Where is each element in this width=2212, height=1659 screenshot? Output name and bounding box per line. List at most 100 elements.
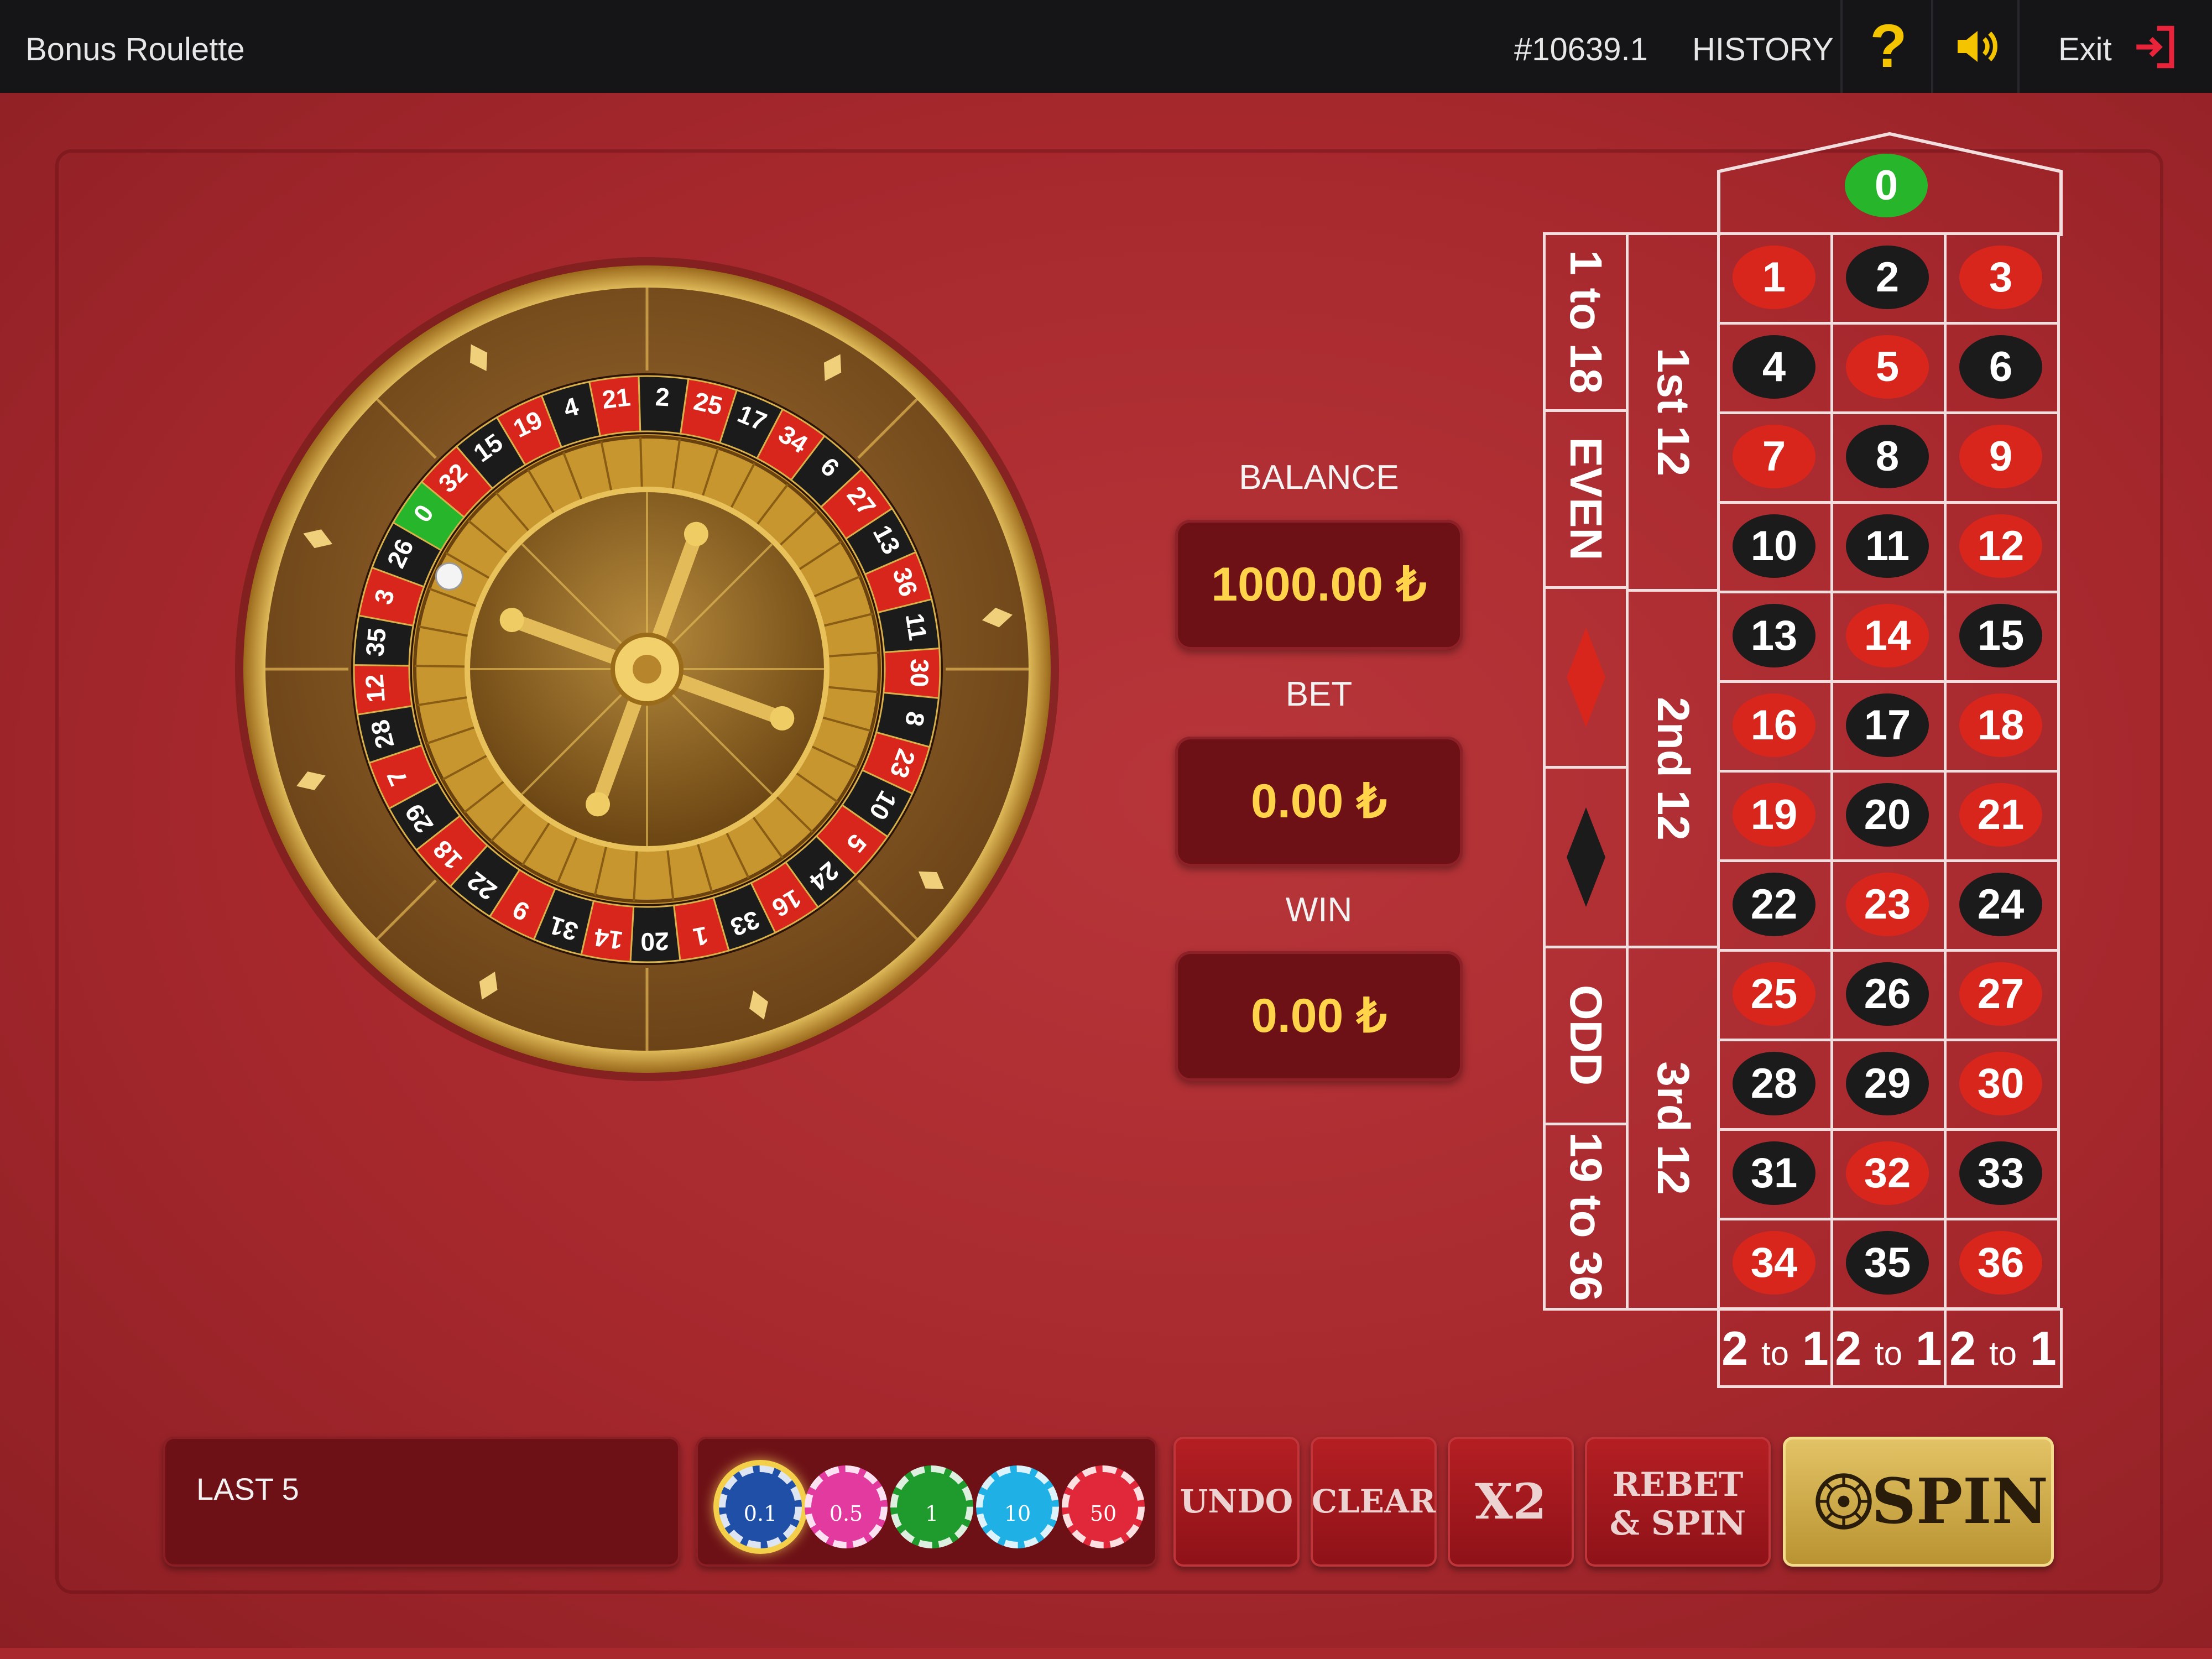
column-bet-1-big: 2 — [1721, 1322, 1749, 1375]
number-8[interactable]: 8 — [1846, 425, 1929, 488]
wheel-pocket-number: 12 — [359, 673, 390, 703]
number-14[interactable]: 14 — [1846, 604, 1929, 667]
help-button[interactable]: ? — [1866, 0, 1911, 93]
number-29[interactable]: 29 — [1846, 1052, 1929, 1115]
number-23[interactable]: 23 — [1846, 873, 1929, 936]
rebet-spin-button[interactable]: REBET & SPIN — [1585, 1437, 1771, 1567]
column-bet-3-big: 2 — [1949, 1322, 1976, 1375]
number-32[interactable]: 32 — [1846, 1141, 1929, 1205]
wheel-pocket-number: 14 — [592, 923, 624, 956]
column-bet-1-label: 2 to 1 — [1720, 1322, 1830, 1376]
number-20[interactable]: 20 — [1846, 783, 1929, 847]
number-11[interactable]: 11 — [1846, 514, 1929, 578]
column-bet-1-big: 1 — [1802, 1322, 1829, 1375]
clear-button[interactable]: CLEAR — [1311, 1437, 1437, 1567]
double-bet-button[interactable]: X2 — [1448, 1437, 1574, 1567]
bet-1st-dozen-label: 1st 12 — [1648, 347, 1698, 477]
number-12[interactable]: 12 — [1959, 514, 2042, 578]
number-5[interactable]: 5 — [1846, 335, 1929, 399]
chip-value: 1 — [906, 1488, 958, 1540]
number-18[interactable]: 18 — [1959, 693, 2042, 757]
bet-black[interactable] — [1543, 766, 1629, 948]
red-diamond-icon — [1567, 628, 1605, 727]
divider — [1931, 0, 1933, 93]
history-button[interactable]: HISTORY — [1692, 0, 1834, 93]
roulette-wheel: 0321519 4 21 2 25 173462713361130823105241633… — [235, 257, 1059, 1081]
wheel-pocket-number: 35 — [360, 627, 392, 658]
chip-0.5[interactable]: 0.5 — [805, 1465, 888, 1548]
bet-3rd-dozen-label: 3rd 12 — [1648, 1061, 1698, 1195]
chip-1[interactable]: 1 — [890, 1465, 973, 1548]
game-id: #10639.1 — [1514, 32, 1648, 67]
number-0[interactable]: 0 — [1845, 154, 1928, 217]
number-3[interactable]: 3 — [1959, 246, 2042, 309]
divider — [1840, 0, 1843, 93]
number-35[interactable]: 35 — [1846, 1231, 1929, 1295]
number-6[interactable]: 6 — [1959, 335, 2042, 399]
divider — [2017, 0, 2020, 93]
number-9[interactable]: 9 — [1959, 425, 2042, 488]
number-33[interactable]: 33 — [1959, 1141, 2042, 1205]
number-16[interactable]: 16 — [1733, 693, 1815, 757]
wheel-pocket-number: 20 — [640, 927, 670, 956]
top-bar: Bonus Roulette #10639.1 HISTORY ? Exit — [0, 0, 2212, 93]
number-30[interactable]: 30 — [1959, 1052, 2042, 1115]
number-2[interactable]: 2 — [1846, 246, 1929, 309]
number-15[interactable]: 15 — [1959, 604, 2042, 667]
bet-19-to-36-label: 19 to 36 — [1561, 1132, 1611, 1301]
number-7[interactable]: 7 — [1733, 425, 1815, 488]
wheel-pocket-number: 11 — [900, 612, 933, 643]
last-5-results: LAST 5 — [163, 1437, 680, 1567]
number-17[interactable]: 17 — [1846, 693, 1929, 757]
bet-red[interactable] — [1543, 586, 1629, 769]
number-27[interactable]: 27 — [1959, 962, 2042, 1026]
chip-50[interactable]: 50 — [1062, 1465, 1145, 1548]
number-36[interactable]: 36 — [1959, 1231, 2042, 1295]
number-4[interactable]: 4 — [1733, 335, 1815, 399]
wheel-pocket-number: 30 — [905, 659, 935, 687]
chip-value: 0.1 — [734, 1488, 786, 1540]
exit-button[interactable]: Exit — [2058, 0, 2112, 93]
number-10[interactable]: 10 — [1733, 514, 1815, 578]
bet-2nd-dozen-label: 2nd 12 — [1648, 697, 1698, 841]
bet-1-to-18-label: 1 to 18 — [1561, 250, 1611, 394]
last-5-label: LAST 5 — [196, 1472, 299, 1506]
roulette-ball — [435, 562, 463, 591]
number-25[interactable]: 25 — [1733, 962, 1815, 1026]
game-title: Bonus Roulette — [25, 32, 245, 67]
rebet-line-2: & SPIN — [1609, 1504, 1746, 1543]
column-bet-2-big: 1 — [1915, 1322, 1942, 1375]
column-bet-1-small: to — [1761, 1335, 1790, 1372]
rebet-line-1: REBET — [1612, 1465, 1744, 1504]
number-22[interactable]: 22 — [1733, 873, 1815, 936]
win-value: 0.00 ₺ — [1175, 951, 1463, 1081]
spin-wheel-icon — [1815, 1473, 1872, 1530]
column-bet-2-label: 2 to 1 — [1833, 1322, 1944, 1376]
number-34[interactable]: 34 — [1733, 1231, 1815, 1295]
number-31[interactable]: 31 — [1733, 1141, 1815, 1205]
chip-0.1[interactable]: 0.1 — [719, 1465, 802, 1548]
number-24[interactable]: 24 — [1959, 873, 2042, 936]
number-21[interactable]: 21 — [1959, 783, 2042, 847]
number-26[interactable]: 26 — [1846, 962, 1929, 1026]
exit-icon[interactable] — [2130, 22, 2180, 72]
speaker-icon — [1958, 31, 1997, 62]
number-19[interactable]: 19 — [1733, 783, 1815, 847]
spin-label: SPIN — [1871, 1465, 2048, 1538]
bet-even-label: EVEN — [1561, 437, 1611, 561]
bet-value: 0.00 ₺ — [1175, 737, 1463, 867]
undo-button[interactable]: UNDO — [1173, 1437, 1300, 1567]
spin-button[interactable]: SPIN — [1783, 1437, 2054, 1567]
balance-value: 1000.00 ₺ — [1175, 520, 1463, 650]
sound-button[interactable] — [1951, 20, 2004, 73]
column-bet-3-label: 2 to 1 — [1948, 1322, 2058, 1376]
number-1[interactable]: 1 — [1733, 246, 1815, 309]
number-13[interactable]: 13 — [1733, 604, 1815, 667]
column-bet-2-small: to — [1874, 1335, 1903, 1372]
wheel-pocket-number: 2 — [655, 382, 670, 411]
number-28[interactable]: 28 — [1733, 1052, 1815, 1115]
chip-10[interactable]: 10 — [976, 1465, 1059, 1548]
column-bet-3-big: 1 — [2030, 1322, 2057, 1375]
bet-label: BET — [1285, 675, 1353, 713]
wheel-pocket-number: 21 — [601, 382, 632, 414]
